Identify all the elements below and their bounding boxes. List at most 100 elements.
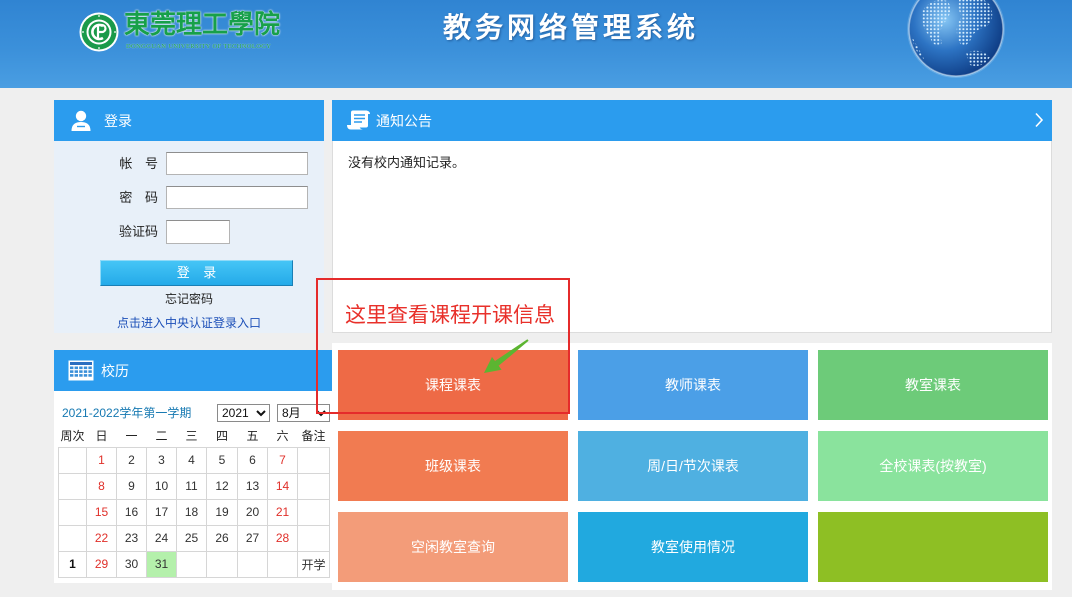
calendar-day-cell: 11 <box>176 472 207 500</box>
captcha-label: 验证码 <box>118 224 158 239</box>
login-form: 帐 号 密 码 验证码 登 录 忘记密码 点击进入中央认证登录入口 <box>54 141 324 333</box>
login-title: 登录 <box>104 113 132 129</box>
system-title: 教务网络管理系统 <box>443 12 700 43</box>
calendar-week-row: 15 16 17 18 19 20 21 <box>58 498 330 526</box>
notice-list: 没有校内通知记录。 <box>332 141 1052 333</box>
cas-login-link[interactable]: 点击进入中央认证登录入口 <box>54 315 324 331</box>
col-header-tue: 二 <box>155 428 168 443</box>
quick-links-grid: 课程课表 教师课表 教室课表 班级课表 周/日/节次课表 全校课表(按教室) 空… <box>332 343 1052 590</box>
calendar-day-cell: 17 <box>146 498 177 526</box>
calendar-day-cell: 1 <box>86 446 117 474</box>
calendar-day-cell: 21 <box>267 498 298 526</box>
tile-label: 教室使用情况 <box>651 539 735 555</box>
calendar-day-cell: 19 <box>206 498 238 526</box>
school-logo-icon <box>79 12 119 52</box>
calendar-week-number <box>58 498 87 526</box>
col-header-thu: 四 <box>215 428 228 443</box>
col-header-note: 备注 <box>301 428 326 443</box>
account-label: 帐 号 <box>119 156 158 171</box>
col-header-mon: 一 <box>125 428 138 443</box>
notice-empty-message: 没有校内通知记录。 <box>348 155 466 170</box>
login-button[interactable]: 登 录 <box>100 260 293 286</box>
calendar-note-cell: 开学 <box>297 550 330 578</box>
col-header-sat: 六 <box>276 428 289 443</box>
calendar-day-cell: 6 <box>237 446 268 474</box>
calendar-day-cell: 16 <box>116 498 147 526</box>
site-header: 東莞理工學院 DONGGUAN UNIVERSITY OF TECHNOLOGY… <box>0 0 1072 88</box>
calendar-day-cell: 26 <box>206 524 238 552</box>
calendar-day-cell: 18 <box>176 498 207 526</box>
calendar-week-number: 1 <box>58 550 87 578</box>
calendar-week-number <box>58 524 87 552</box>
user-icon <box>71 110 91 131</box>
tile-period-schedule[interactable]: 周/日/节次课表 <box>578 431 808 501</box>
password-input[interactable] <box>166 186 308 209</box>
month-select[interactable]: 8月 <box>277 404 330 422</box>
notice-panel-header: 通知公告 <box>332 100 1052 141</box>
login-panel: 登录 帐 号 密 码 验证码 登 录 忘记密码 点击进入中央认证登录入口 <box>54 100 324 333</box>
calendar-icon <box>68 360 94 381</box>
calendar-day-cell: 31 <box>146 550 177 578</box>
calendar-day-cell: 27 <box>237 524 268 552</box>
tile-class-schedule[interactable]: 班级课表 <box>338 431 568 501</box>
forgot-password-link[interactable]: 忘记密码 <box>54 291 324 307</box>
calendar-week-row: 8 9 10 11 12 13 14 <box>58 472 330 500</box>
account-input[interactable] <box>166 152 308 175</box>
calendar-day-cell: 22 <box>86 524 117 552</box>
calendar-day-cell: 29 <box>86 550 117 578</box>
tile-course-schedule[interactable]: 课程课表 <box>338 350 568 420</box>
calendar-header-row: 周次 日 一 二 三 四 五 六 备注 <box>59 424 330 447</box>
globe-icon <box>907 0 1005 78</box>
calendar-day-cell: 13 <box>237 472 268 500</box>
school-calendar-panel: 校历 2021-2022学年第一学期 2021 8月 周次 日 一 二 三 四 … <box>54 350 332 583</box>
term-label: 2021-2022学年第一学期 <box>62 406 192 420</box>
scroll-document-icon <box>347 110 370 130</box>
calendar-day-cell: 2 <box>116 446 147 474</box>
year-select[interactable]: 2021 <box>217 404 270 422</box>
chevron-right-icon[interactable] <box>1034 112 1044 128</box>
tile-label: 空闲教室查询 <box>411 539 495 555</box>
calendar-day-cell: 10 <box>146 472 177 500</box>
col-header-week: 周次 <box>60 428 85 443</box>
tile-classroom-schedule[interactable]: 教室课表 <box>818 350 1048 420</box>
calendar-title: 校历 <box>101 363 129 379</box>
tile-blank[interactable] <box>818 512 1048 582</box>
notice-title: 通知公告 <box>376 113 432 129</box>
calendar-day-cell: 15 <box>86 498 117 526</box>
tile-label: 班级课表 <box>425 458 481 474</box>
calendar-day-cell: 14 <box>267 472 298 500</box>
tile-campus-schedule-by-room[interactable]: 全校课表(按教室) <box>818 431 1048 501</box>
tile-teacher-schedule[interactable]: 教师课表 <box>578 350 808 420</box>
calendar-day-cell: 30 <box>116 550 147 578</box>
tile-free-classroom-query[interactable]: 空闲教室查询 <box>338 512 568 582</box>
tile-label: 全校课表(按教室) <box>879 458 987 474</box>
captcha-input[interactable] <box>166 220 230 244</box>
calendar-day-cell: 20 <box>237 498 268 526</box>
calendar-day-cell: 9 <box>116 472 147 500</box>
calendar-week-number <box>58 446 87 474</box>
tile-classroom-usage[interactable]: 教室使用情况 <box>578 512 808 582</box>
tile-label: 教师课表 <box>665 377 721 393</box>
calendar-day-cell <box>206 550 238 578</box>
calendar-week-row: 1 29 30 31 开学 <box>58 550 330 578</box>
calendar-note-cell <box>297 498 330 526</box>
calendar-week-row: 1234567 <box>58 446 330 474</box>
calendar-day-cell: 23 <box>116 524 147 552</box>
calendar-day-cell <box>267 550 298 578</box>
calendar-note-cell <box>297 524 330 552</box>
calendar-week-number <box>58 472 87 500</box>
col-header-wed: 三 <box>185 428 198 443</box>
notice-panel: 通知公告 没有校内通知记录。 <box>332 100 1052 333</box>
password-label: 密 码 <box>119 190 158 205</box>
col-header-fri: 五 <box>246 428 259 443</box>
calendar-day-cell: 3 <box>146 446 177 474</box>
calendar-day-cell <box>176 550 207 578</box>
page: 東莞理工學院 DONGGUAN UNIVERSITY OF TECHNOLOGY… <box>0 0 1072 597</box>
calendar-panel-header: 校历 <box>54 350 332 391</box>
calendar-day-cell: 25 <box>176 524 207 552</box>
calendar-day-cell: 8 <box>86 472 117 500</box>
calendar-rows: 1 2 3 4 5 6 7 8 9 10 11 12 13 14 15 16 17 18 19 20 21 22 23 24 2… <box>58 446 330 578</box>
school-name: 東莞理工學院 <box>124 10 281 39</box>
calendar-day-cell: 28 <box>267 524 298 552</box>
login-panel-header: 登录 <box>54 100 324 141</box>
